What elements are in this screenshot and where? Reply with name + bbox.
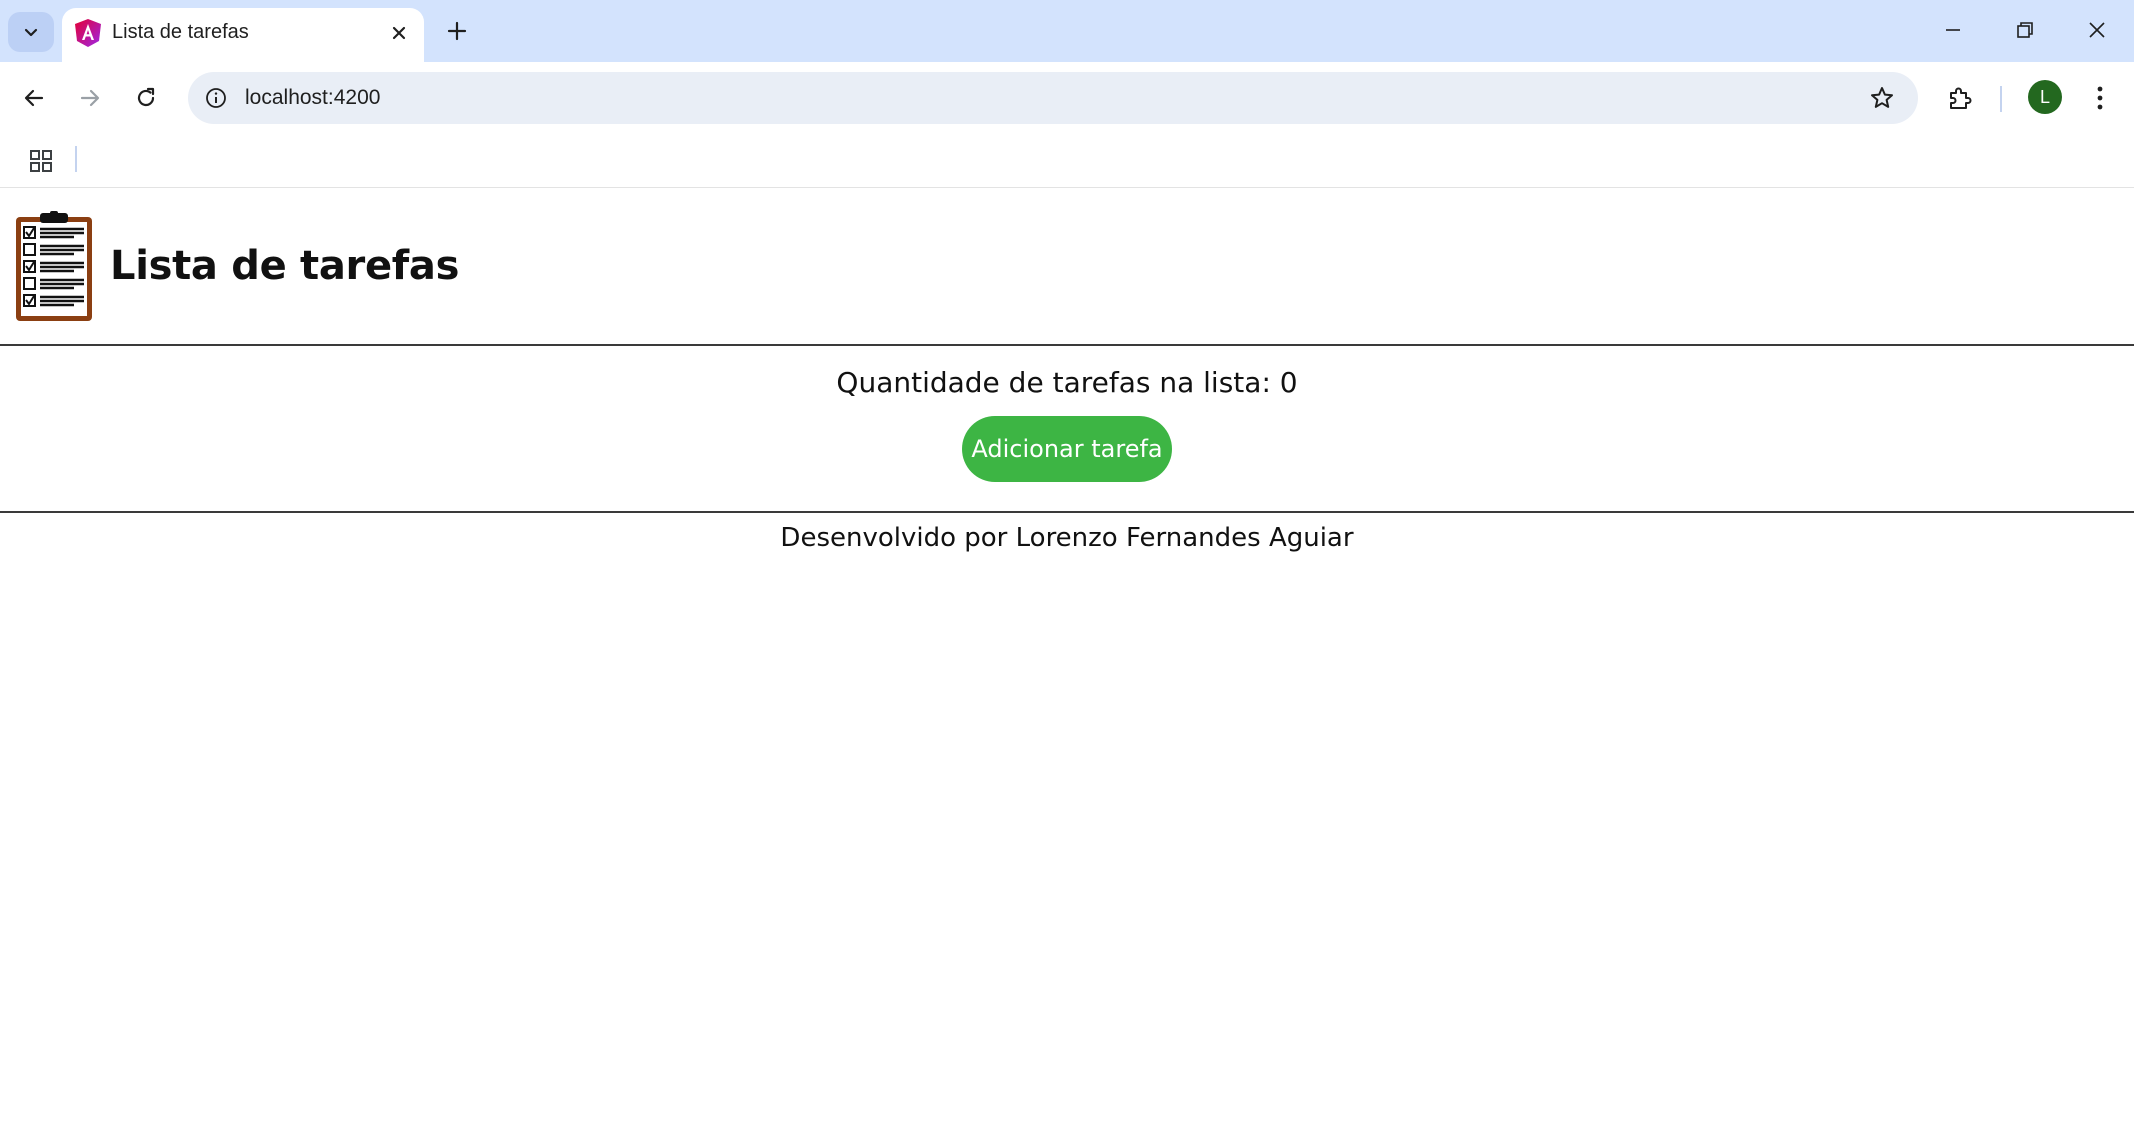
close-window-button[interactable] — [2074, 12, 2120, 48]
close-icon — [2089, 22, 2105, 38]
info-icon — [206, 88, 226, 108]
site-info-icon[interactable] — [198, 80, 234, 116]
address-url[interactable]: localhost:4200 — [245, 86, 380, 110]
task-section: Quantidade de tarefas na lista: 0 Adicio… — [0, 346, 2134, 513]
restore-button[interactable] — [2002, 12, 2048, 48]
profile-avatar[interactable]: L — [2028, 80, 2062, 114]
more-vert-icon — [2097, 86, 2103, 110]
close-icon — [392, 26, 406, 40]
web-page: Lista de tarefas Quantidade de tarefas n… — [0, 189, 2134, 1137]
apps-button[interactable] — [24, 144, 58, 178]
tab-close-button[interactable] — [386, 20, 412, 46]
tab-strip: Lista de tarefas — [0, 0, 2134, 64]
browser-tab[interactable]: Lista de tarefas — [62, 8, 424, 64]
reload-icon — [137, 87, 155, 107]
bookmarks-divider — [75, 146, 77, 172]
clipboard-checklist-icon — [16, 211, 92, 321]
page-header: Lista de tarefas — [0, 189, 2134, 346]
apps-grid-icon — [30, 150, 52, 172]
back-button[interactable] — [14, 78, 54, 118]
extensions-button[interactable] — [1940, 78, 1980, 118]
arrow-left-icon — [24, 89, 44, 107]
tab-search-button[interactable] — [8, 12, 54, 52]
page-title: Lista de tarefas — [110, 243, 460, 289]
plus-icon — [447, 21, 467, 41]
minimize-button[interactable] — [1930, 12, 1976, 48]
chevron-down-icon — [24, 28, 38, 37]
puzzle-icon — [1950, 87, 1972, 109]
new-tab-button[interactable] — [440, 14, 474, 48]
browser-menu-button[interactable] — [2080, 78, 2120, 118]
minimize-icon — [1946, 29, 1960, 31]
bookmark-star-button[interactable] — [1864, 80, 1900, 116]
forward-button[interactable] — [70, 78, 110, 118]
angular-icon — [75, 19, 101, 47]
arrow-right-icon — [80, 89, 100, 107]
add-task-button[interactable]: Adicionar tarefa — [962, 416, 1172, 482]
task-count-text: Quantidade de tarefas na lista: 0 — [836, 366, 1298, 399]
toolbar-divider — [2000, 86, 2002, 112]
restore-icon — [2017, 22, 2033, 38]
star-icon — [1871, 87, 1893, 108]
footer-credit: Desenvolvido por Lorenzo Fernandes Aguia… — [780, 523, 1354, 553]
reload-button[interactable] — [126, 78, 166, 118]
address-bar[interactable]: localhost:4200 — [188, 72, 1918, 124]
bookmarks-bar — [0, 134, 2134, 188]
browser-toolbar: localhost:4200 L — [0, 62, 2134, 134]
tab-title: Lista de tarefas — [112, 21, 249, 43]
